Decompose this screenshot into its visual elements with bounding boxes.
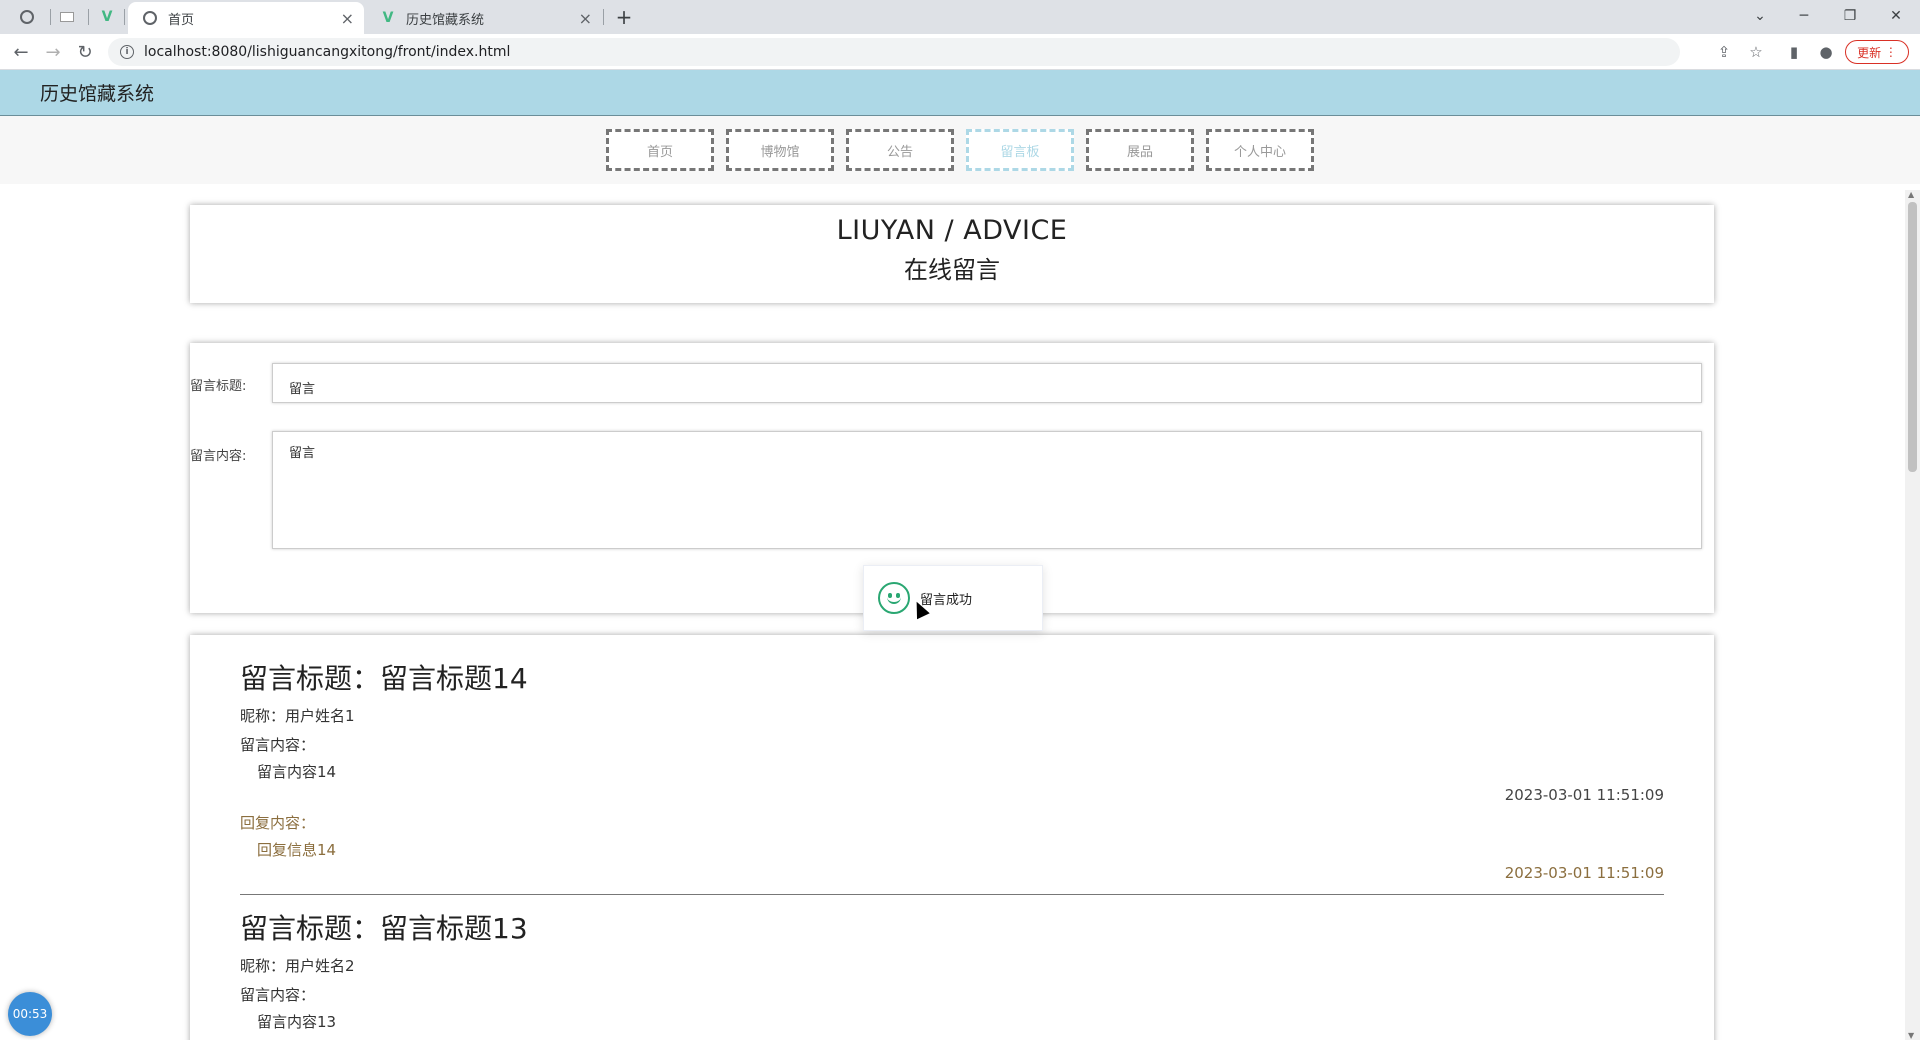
profile-icon[interactable]: ● bbox=[1814, 40, 1838, 64]
nav-personal-center[interactable]: 个人中心 bbox=[1206, 129, 1314, 171]
tab-globe-icon[interactable] bbox=[12, 6, 42, 28]
close-icon[interactable]: × bbox=[579, 9, 592, 28]
smile-icon bbox=[878, 582, 910, 614]
nav-home[interactable]: 首页 bbox=[606, 129, 714, 171]
message-content-label: 留言内容： bbox=[240, 736, 316, 754]
title-label: 留言标题: bbox=[190, 379, 247, 394]
nav-exhibits[interactable]: 展品 bbox=[1086, 129, 1194, 171]
vue-icon: V bbox=[382, 10, 394, 26]
page: 历史馆藏系统 首页 博物馆 公告 留言板 展品 个人中心 LIUYAN / AD… bbox=[0, 70, 1920, 1040]
update-button[interactable]: 更新 ⋮ bbox=[1845, 40, 1909, 64]
success-toast: 留言成功 bbox=[863, 565, 1043, 631]
globe-icon bbox=[142, 10, 158, 26]
main-nav: 首页 博物馆 公告 留言板 展品 个人中心 bbox=[0, 116, 1920, 184]
toast-message: 留言成功 bbox=[920, 592, 973, 608]
site-title: 历史馆藏系统 bbox=[40, 83, 155, 105]
back-icon[interactable]: ← bbox=[8, 40, 34, 64]
message-content-label: 留言内容： bbox=[240, 986, 316, 1004]
side-panel-icon[interactable]: ▮ bbox=[1782, 40, 1806, 64]
message-list: 留言标题：留言标题14 昵称：用户姓名1 留言内容： 留言内容14 2023-0… bbox=[190, 635, 1714, 1040]
main-content: LIUYAN / ADVICE 在线留言 留言标题: 留言 留言内容: 留言 留… bbox=[190, 205, 1714, 1040]
message-time: 2023-03-01 11:51:09 bbox=[1504, 786, 1664, 804]
share-icon[interactable]: ⇪ bbox=[1712, 40, 1736, 64]
url-text: localhost:8080/lishiguancangxitong/front… bbox=[144, 44, 511, 60]
recording-timer[interactable]: 00:53 bbox=[8, 992, 52, 1036]
reply-time: 2023-03-01 11:51:09 bbox=[1504, 864, 1664, 882]
info-icon[interactable]: i bbox=[120, 45, 134, 59]
list-item: 留言标题：留言标题14 昵称：用户姓名1 留言内容： 留言内容14 2023-0… bbox=[240, 657, 1664, 895]
new-tab-button[interactable]: + bbox=[610, 4, 638, 30]
tab-blank-icon[interactable] bbox=[52, 6, 82, 28]
reply-label: 回复内容： bbox=[240, 814, 316, 832]
close-icon[interactable]: × bbox=[341, 9, 354, 28]
message-content: 留言内容13 bbox=[257, 1013, 337, 1031]
message-nickname: 昵称：用户姓名2 bbox=[240, 957, 355, 975]
star-icon[interactable]: ☆ bbox=[1744, 40, 1768, 64]
message-title: 留言标题：留言标题13 bbox=[240, 912, 528, 945]
tab-system[interactable]: V 历史馆藏系统 × bbox=[366, 2, 602, 34]
tab-separator bbox=[50, 9, 51, 25]
nav-museum[interactable]: 博物馆 bbox=[726, 129, 834, 171]
restore-button[interactable]: ❐ bbox=[1828, 4, 1872, 28]
message-nickname: 昵称：用户姓名1 bbox=[240, 707, 355, 725]
url-field[interactable]: i localhost:8080/lishiguancangxitong/fro… bbox=[108, 38, 1680, 66]
update-label: 更新 bbox=[1857, 45, 1882, 60]
site-header: 历史馆藏系统 bbox=[0, 70, 1920, 116]
message-content: 留言内容14 bbox=[257, 763, 337, 781]
content-textarea[interactable]: 留言 bbox=[272, 431, 1702, 549]
tab-home[interactable]: 首页 × bbox=[128, 2, 364, 34]
close-window-button[interactable]: ✕ bbox=[1874, 4, 1918, 28]
forward-icon[interactable]: → bbox=[40, 40, 66, 64]
message-divider bbox=[240, 894, 1664, 895]
tab-separator bbox=[603, 9, 604, 25]
page-scrollbar[interactable]: ▲ ▼ bbox=[1905, 190, 1920, 1040]
nav-message-board[interactable]: 留言板 bbox=[966, 129, 1074, 171]
tab-title: 历史馆藏系统 bbox=[406, 12, 485, 28]
list-item: 留言标题：留言标题13 昵称：用户姓名2 留言内容： 留言内容13 bbox=[240, 907, 1664, 1032]
address-bar: ← → ↻ i localhost:8080/lishiguancangxito… bbox=[0, 34, 1920, 70]
nav-notice[interactable]: 公告 bbox=[846, 129, 954, 171]
tab-separator bbox=[88, 9, 89, 25]
reply-content: 回复信息14 bbox=[257, 841, 337, 859]
message-form: 留言标题: 留言 留言内容: 留言 留言成功 bbox=[190, 343, 1714, 631]
section-title-box: LIUYAN / ADVICE 在线留言 bbox=[190, 205, 1714, 303]
scroll-up-icon[interactable]: ▲ bbox=[1908, 190, 1914, 199]
tab-title: 首页 bbox=[168, 12, 195, 28]
section-title-en: LIUYAN / ADVICE bbox=[836, 215, 1068, 246]
tab-separator bbox=[124, 9, 125, 25]
message-title: 留言标题：留言标题14 bbox=[240, 662, 528, 695]
browser-tab-bar: V 首页 × V 历史馆藏系统 × + ⌄ ─ ❐ ✕ bbox=[0, 0, 1920, 34]
scroll-down-icon[interactable]: ▼ bbox=[1908, 1031, 1914, 1040]
tab-vue-icon[interactable]: V bbox=[92, 6, 122, 28]
tab-search-icon[interactable]: ⌄ bbox=[1738, 4, 1782, 28]
minimize-button[interactable]: ─ bbox=[1782, 4, 1826, 28]
reload-icon[interactable]: ↻ bbox=[72, 40, 98, 64]
title-input[interactable]: 留言 bbox=[272, 363, 1702, 403]
section-title-cn: 在线留言 bbox=[904, 256, 1000, 284]
content-label: 留言内容: bbox=[190, 449, 247, 464]
scroll-thumb[interactable] bbox=[1908, 202, 1917, 472]
